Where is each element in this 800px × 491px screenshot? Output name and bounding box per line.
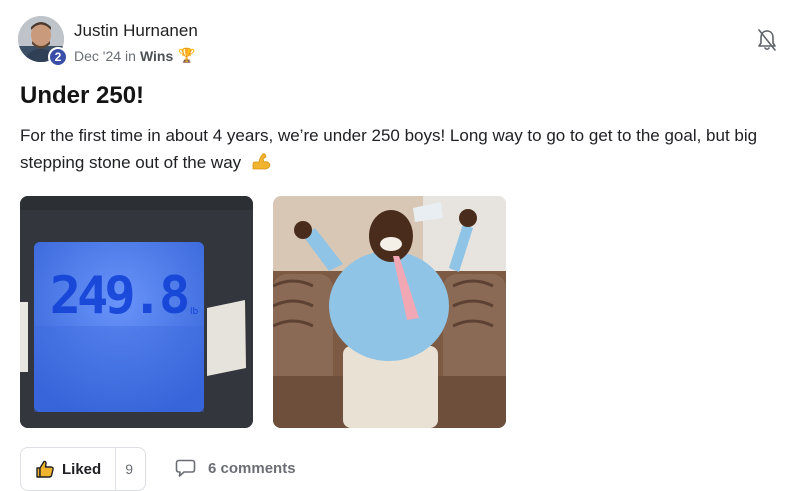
scale-reading: 249.8 (50, 266, 188, 326)
like-button[interactable]: Liked 9 (20, 447, 146, 491)
scale-unit: lb (190, 307, 199, 317)
thumbs-up-icon (35, 459, 55, 479)
speech-bubble-icon (175, 458, 196, 478)
category-link[interactable]: Wins (140, 48, 173, 64)
post-date[interactable]: Dec '24 (74, 48, 121, 64)
like-count[interactable]: 9 (125, 461, 133, 477)
meta-in-label: in (125, 47, 136, 64)
like-label: Liked (62, 460, 102, 478)
author-avatar[interactable]: 2 (18, 16, 68, 67)
comments-label: 6 comments (208, 459, 296, 477)
level-badge: 2 (48, 47, 68, 67)
author-name[interactable]: Justin Hurnanen (74, 21, 198, 41)
post-image-scale[interactable]: 249.8 lb (20, 196, 253, 428)
post-title: Under 250! (20, 82, 145, 109)
post-body: For the first time in about 4 years, we’… (20, 122, 795, 176)
post-meta: Dec '24 in Wins 🏆 (74, 47, 196, 64)
post-gif-dance[interactable] (273, 196, 506, 428)
flexed-biceps-icon (250, 151, 272, 171)
trophy-icon: 🏆 (178, 47, 196, 63)
post-body-text: For the first time in about 4 years, we’… (20, 126, 758, 172)
bell-off-icon[interactable] (756, 28, 778, 52)
post-header: 2 Justin Hurnanen Dec '24 in Wins 🏆 (18, 16, 788, 68)
comments-link[interactable]: 6 comments (175, 458, 296, 478)
like-divider (115, 447, 117, 491)
